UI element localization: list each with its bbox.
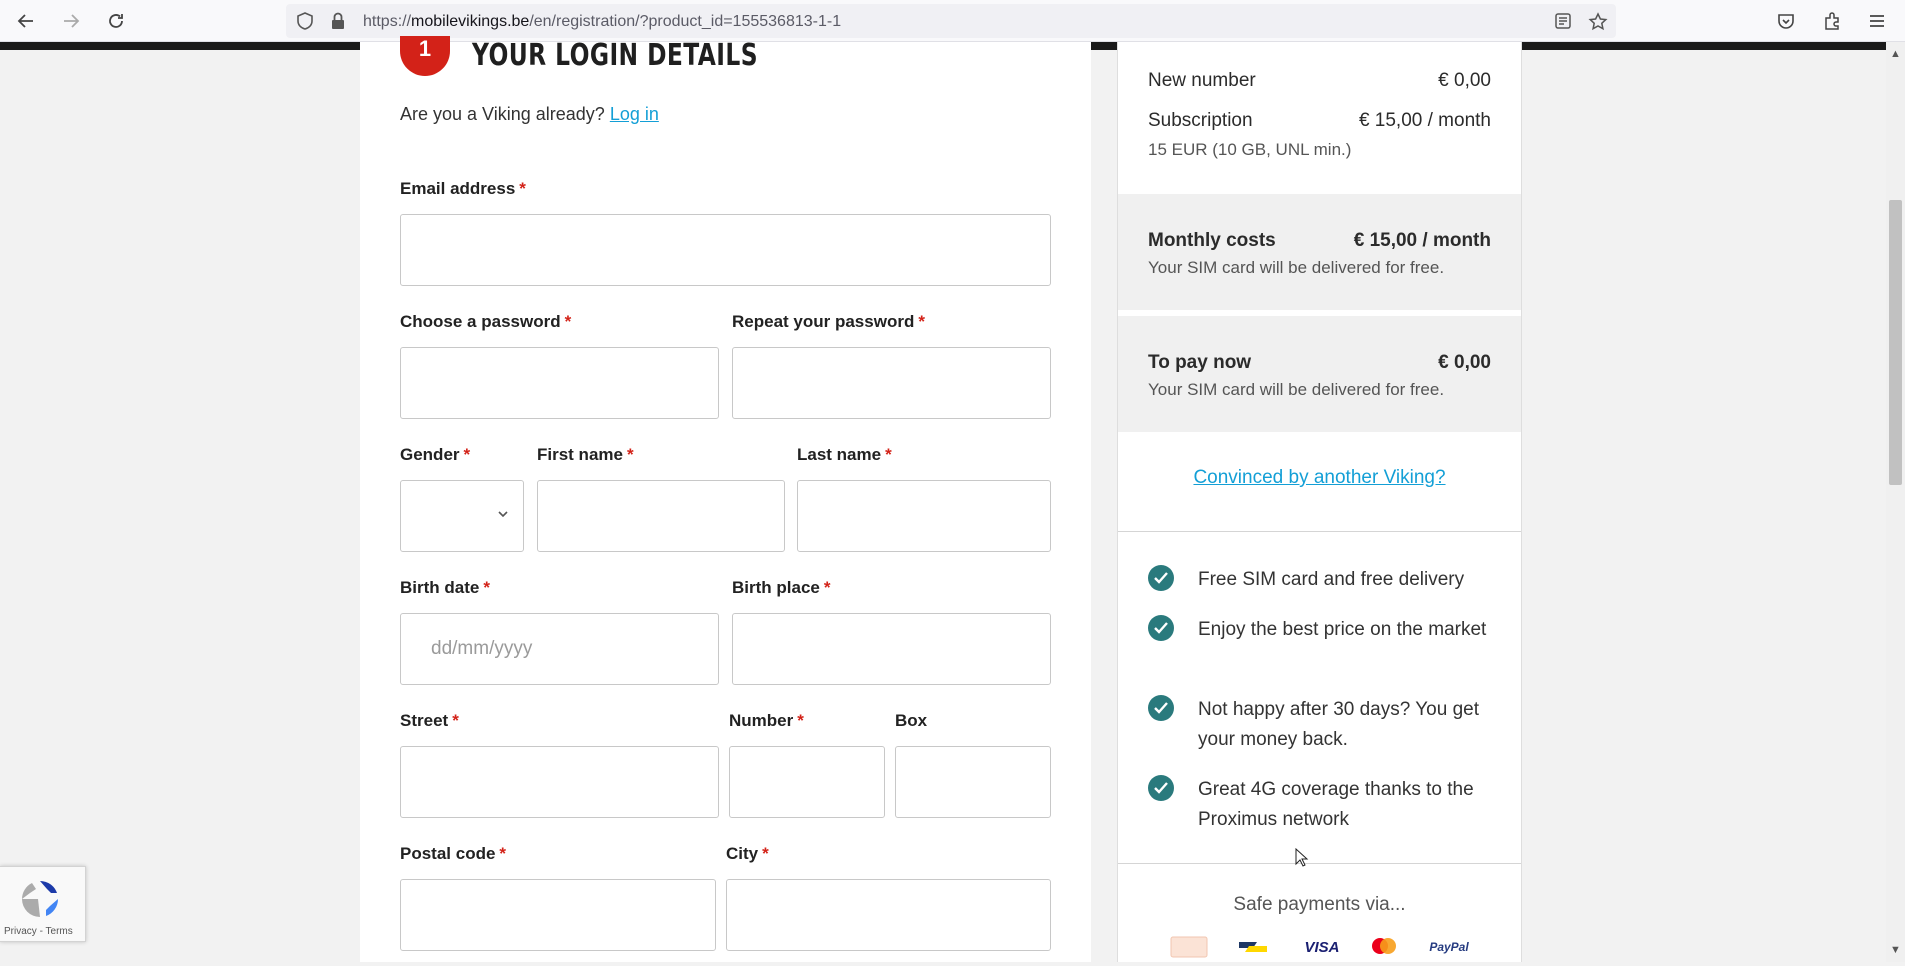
number-field[interactable] [729,746,885,818]
summary-lines: New number € 0,00 Subscription € 15,00 /… [1118,42,1521,192]
tracking-shield-icon[interactable] [296,12,314,35]
monthly-costs-note: Your SIM card will be delivered for free… [1148,258,1445,277]
repeat-password-label: Repeat your password * [732,312,925,331]
address-bar[interactable]: https://mobilevikings.be/en/registration… [286,4,1616,38]
birth-date-placeholder: dd/mm/yyyy [431,638,533,659]
check-circle-icon [1148,775,1174,801]
back-arrow-icon[interactable] [13,8,39,34]
box-label: Box [895,711,928,730]
page-scrollbar[interactable]: ▲ ▼ [1886,42,1905,962]
menu-hamburger-icon[interactable] [1864,8,1890,34]
monthly-costs-row: Monthly costs € 15,00 / month [1148,230,1491,251]
divider [1118,531,1521,532]
pay-now-row: To pay now € 0,00 [1148,352,1491,373]
login-prompt: Are you a Viking already? Log in [400,104,659,124]
first-name-field[interactable] [537,480,785,552]
privacy-link[interactable]: Privacy [4,926,37,937]
scroll-down-arrow-icon[interactable]: ▼ [1890,944,1901,956]
reload-icon[interactable] [103,8,129,34]
check-circle-icon [1148,615,1174,641]
visa-icon: VISA [1304,938,1340,956]
benefit-item: Great 4G coverage thanks to the Proximus… [1148,775,1493,835]
registration-form: 1 YOUR LOGIN DETAILS Are you a Viking al… [360,36,1091,962]
postal-code-field[interactable] [400,879,716,951]
convinced-by-viking-link[interactable]: Convinced by another Viking? [1118,467,1521,489]
scroll-thumb[interactable] [1889,200,1902,485]
order-summary: New number € 0,00 Subscription € 15,00 /… [1117,42,1522,962]
scroll-up-arrow-icon[interactable]: ▲ [1890,48,1901,60]
box-field[interactable] [895,746,1051,818]
reader-view-icon[interactable] [1554,12,1572,35]
pay-now-note: Your SIM card will be delivered for free… [1148,380,1445,399]
birth-place-field[interactable] [732,613,1051,685]
payment-card-icon [1169,935,1209,959]
check-circle-icon [1148,695,1174,721]
postal-code-label: Postal code * [400,844,507,863]
email-field[interactable] [400,214,1051,286]
divider [1118,863,1521,864]
birth-date-field[interactable]: dd/mm/yyyy [400,613,719,685]
step-number-badge: 1 [400,36,450,76]
city-label: City * [726,844,769,863]
step-title: YOUR LOGIN DETAILS [472,38,758,73]
password-field[interactable] [400,347,719,419]
email-label: Email address * [400,179,526,198]
login-link[interactable]: Log in [610,104,659,124]
benefit-item: Not happy after 30 days? You get your mo… [1148,695,1493,755]
birth-place-label: Birth place * [732,578,831,597]
birth-date-label: Birth date * [400,578,490,597]
mouse-cursor-icon [1295,848,1309,867]
recaptcha-badge[interactable]: Privacy - Terms [0,866,86,942]
benefit-item: Enjoy the best price on the market [1148,615,1493,675]
number-label: Number * [729,711,804,730]
subscription-detail: 15 EUR (10 GB, UNL min.) [1148,140,1352,159]
subscription-row: Subscription € 15,00 / month [1148,110,1491,131]
pay-now-block: To pay now € 0,00 Your SIM card will be … [1118,316,1521,432]
repeat-password-field[interactable] [732,347,1051,419]
last-name-field[interactable] [797,480,1051,552]
terms-link[interactable]: Terms [46,926,73,937]
bancontact-icon [1236,935,1270,959]
street-label: Street * [400,711,459,730]
mastercard-icon [1368,935,1400,959]
street-field[interactable] [400,746,719,818]
new-number-row: New number € 0,00 [1148,70,1491,91]
monthly-costs-block: Monthly costs € 15,00 / month Your SIM c… [1118,194,1521,310]
benefit-item: Free SIM card and free delivery [1148,565,1493,595]
recaptcha-links: Privacy - Terms [4,926,73,937]
check-circle-icon [1148,565,1174,591]
bookmark-star-icon[interactable] [1588,12,1608,37]
url-text: https://mobilevikings.be/en/registration… [363,13,842,30]
password-label: Choose a password * [400,312,572,331]
paypal-icon: PayPal [1429,940,1469,954]
first-name-label: First name * [537,445,634,464]
safe-payments-title: Safe payments via... [1233,894,1406,915]
recaptcha-icon [22,881,59,917]
extensions-icon[interactable] [1819,8,1845,34]
browser-toolbar: https://mobilevikings.be/en/registration… [0,0,1905,42]
forward-arrow-icon[interactable] [58,8,84,34]
chevron-down-icon [498,511,508,518]
lock-icon[interactable] [330,12,346,35]
gender-select[interactable] [400,480,524,552]
city-field[interactable] [726,879,1051,951]
gender-label: Gender * [400,445,471,464]
last-name-label: Last name * [797,445,892,464]
pocket-icon[interactable] [1773,8,1799,34]
